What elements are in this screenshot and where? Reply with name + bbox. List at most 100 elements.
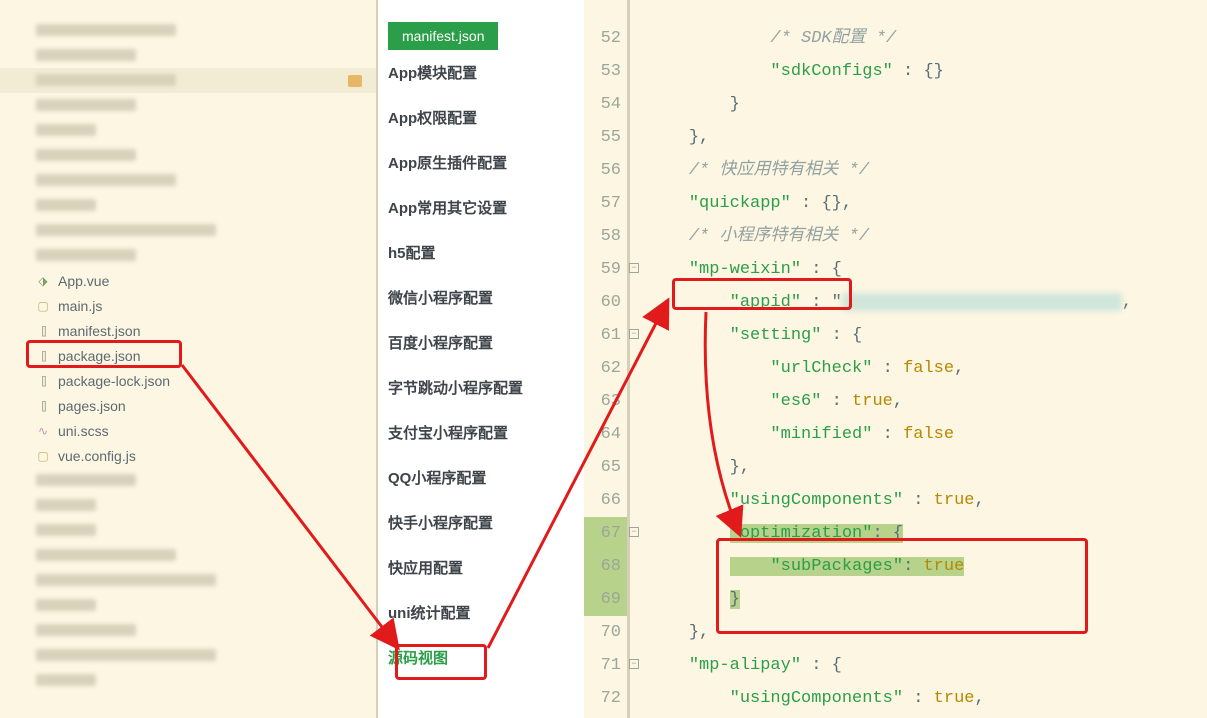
code-content[interactable]: /* SDK配置 */ "sdkConfigs" : {} } }, /* 快应… — [630, 0, 1207, 718]
fold-toggle-icon[interactable]: − — [629, 527, 639, 537]
file-label: package.json — [58, 348, 141, 364]
js-file-icon — [36, 449, 50, 463]
line-number: 72 — [584, 682, 627, 715]
file-row-blurred[interactable] — [0, 468, 376, 493]
line-number: 69 — [584, 583, 627, 616]
js-file-icon — [36, 299, 50, 313]
code-line[interactable]: "sdkConfigs" : {} — [648, 55, 1207, 88]
code-line[interactable]: "usingComponents" : true, — [648, 682, 1207, 715]
line-number: 56 — [584, 154, 627, 187]
code-line[interactable]: "mp-weixin" : { — [648, 253, 1207, 286]
manifest-tab[interactable]: manifest.json — [388, 22, 498, 50]
file-row-pages-json[interactable]: pages.json — [0, 393, 376, 418]
folder-icon — [348, 75, 362, 87]
code-line[interactable]: }, — [648, 451, 1207, 484]
file-row-vue-config-js[interactable]: vue.config.js — [0, 443, 376, 468]
code-line[interactable]: "optimization": { — [648, 517, 1207, 550]
code-line[interactable]: /* SDK配置 */ — [648, 22, 1207, 55]
code-line[interactable]: "minified" : false — [648, 418, 1207, 451]
line-number: 52 — [584, 22, 627, 55]
file-row-blurred[interactable] — [0, 68, 376, 93]
config-nav-item[interactable]: App权限配置 — [378, 95, 584, 140]
file-row-blurred[interactable] — [0, 118, 376, 143]
file-row-blurred[interactable] — [0, 518, 376, 543]
config-nav-item[interactable]: 微信小程序配置 — [378, 275, 584, 320]
code-line[interactable]: "mp-alipay" : { — [648, 649, 1207, 682]
line-number: 61− — [584, 319, 627, 352]
file-row-blurred[interactable] — [0, 618, 376, 643]
file-label: main.js — [58, 298, 102, 314]
file-row-manifest-json[interactable]: manifest.json — [0, 318, 376, 343]
line-number: 64 — [584, 418, 627, 451]
config-nav-item[interactable]: App原生插件配置 — [378, 140, 584, 185]
file-row-blurred[interactable] — [0, 168, 376, 193]
file-row-App-vue[interactable]: App.vue — [0, 268, 376, 293]
file-label: manifest.json — [58, 323, 140, 339]
line-number: 55 — [584, 121, 627, 154]
scss-file-icon — [36, 424, 50, 438]
file-row-blurred[interactable] — [0, 543, 376, 568]
config-nav-item[interactable]: App常用其它设置 — [378, 185, 584, 230]
file-label: vue.config.js — [58, 448, 136, 464]
code-line[interactable]: "es6" : true, — [648, 385, 1207, 418]
file-row-blurred[interactable] — [0, 18, 376, 43]
line-number: 63 — [584, 385, 627, 418]
line-number: 62 — [584, 352, 627, 385]
code-line[interactable]: }, — [648, 121, 1207, 154]
file-row-blurred[interactable] — [0, 593, 376, 618]
fold-toggle-icon[interactable]: − — [629, 329, 639, 339]
code-line[interactable]: }, — [648, 616, 1207, 649]
file-row-blurred[interactable] — [0, 643, 376, 668]
line-number: 66 — [584, 484, 627, 517]
code-line[interactable]: /* 小程序特有相关 */ — [648, 220, 1207, 253]
code-line[interactable]: } — [648, 88, 1207, 121]
file-row-blurred[interactable] — [0, 93, 376, 118]
fold-toggle-icon[interactable]: − — [629, 263, 639, 273]
file-row-blurred[interactable] — [0, 193, 376, 218]
line-number: 54 — [584, 88, 627, 121]
fold-toggle-icon[interactable]: − — [629, 659, 639, 669]
json-file-icon — [36, 324, 50, 338]
file-row-main-js[interactable]: main.js — [0, 293, 376, 318]
file-row-blurred[interactable] — [0, 668, 376, 693]
file-row-blurred[interactable] — [0, 143, 376, 168]
config-nav-item[interactable]: 快应用配置 — [378, 545, 584, 590]
json-file-icon — [36, 374, 50, 388]
code-line[interactable]: "subPackages": true — [648, 550, 1207, 583]
config-nav-item[interactable]: 字节跳动小程序配置 — [378, 365, 584, 410]
code-line[interactable]: "urlCheck" : false, — [648, 352, 1207, 385]
code-line[interactable]: "usingComponents" : true, — [648, 484, 1207, 517]
json-file-icon — [36, 399, 50, 413]
code-line[interactable]: /* 快应用特有相关 */ — [648, 154, 1207, 187]
code-line[interactable]: } — [648, 583, 1207, 616]
line-number: 68 — [584, 550, 627, 583]
file-row-blurred[interactable] — [0, 493, 376, 518]
file-row-package-json[interactable]: package.json — [0, 343, 376, 368]
file-label: uni.scss — [58, 423, 109, 439]
file-row-blurred[interactable] — [0, 568, 376, 593]
config-nav-item[interactable]: h5配置 — [378, 230, 584, 275]
line-number: 53 — [584, 55, 627, 88]
config-nav-item[interactable]: App模块配置 — [378, 50, 584, 95]
file-row-package-lock-json[interactable]: package-lock.json — [0, 368, 376, 393]
code-line[interactable]: "setting" : { — [648, 319, 1207, 352]
file-label: pages.json — [58, 398, 126, 414]
file-explorer[interactable]: App.vue main.js manifest.json package.json p… — [0, 0, 378, 718]
code-line[interactable]: "appid" : ", — [648, 286, 1207, 319]
config-nav-item[interactable]: uni统计配置 — [378, 590, 584, 635]
code-line[interactable]: "quickapp" : {}, — [648, 187, 1207, 220]
config-nav-item[interactable]: 源码视图 — [378, 635, 584, 680]
file-row-uni-scss[interactable]: uni.scss — [0, 418, 376, 443]
line-number: 65 — [584, 451, 627, 484]
file-row-blurred[interactable] — [0, 43, 376, 68]
config-nav-item[interactable]: 支付宝小程序配置 — [378, 410, 584, 455]
file-row-blurred[interactable] — [0, 243, 376, 268]
file-row-blurred[interactable] — [0, 218, 376, 243]
line-number: 57 — [584, 187, 627, 220]
file-label: App.vue — [58, 273, 109, 289]
code-editor[interactable]: 5253545556575859−6061−626364656667−68697… — [584, 0, 1207, 718]
vue-file-icon — [36, 274, 50, 288]
config-nav-item[interactable]: 快手小程序配置 — [378, 500, 584, 545]
config-nav-item[interactable]: 百度小程序配置 — [378, 320, 584, 365]
config-nav-item[interactable]: QQ小程序配置 — [378, 455, 584, 500]
